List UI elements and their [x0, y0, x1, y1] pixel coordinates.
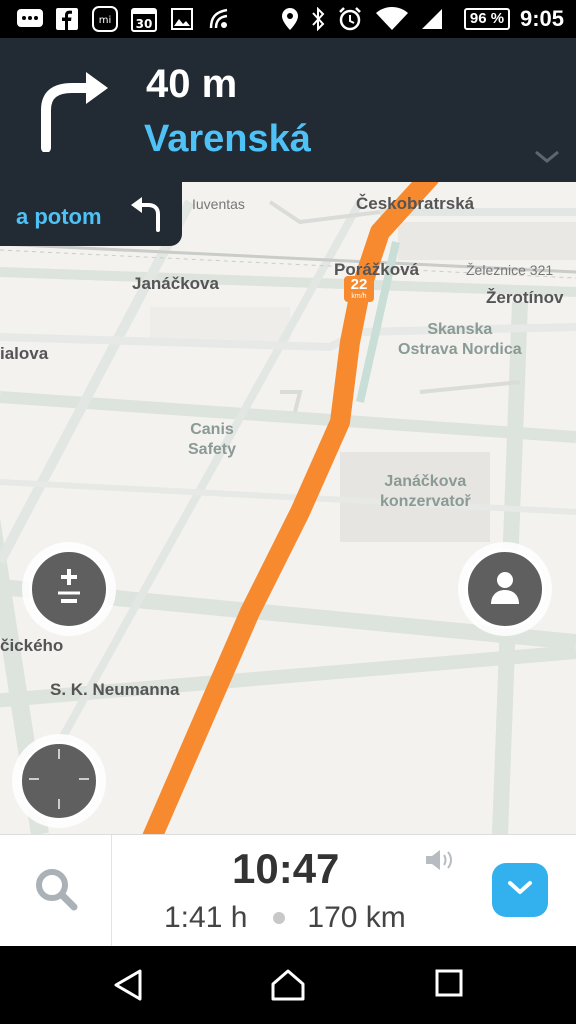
svg-text:mi: mi	[99, 15, 112, 26]
chevron-down-icon	[507, 880, 533, 901]
map-view[interactable]: Českobratrská Iuventas Porážková Železni…	[0, 182, 576, 834]
road-network	[0, 182, 576, 834]
map-poi-skanska: Skanska Ostrava Nordica	[398, 321, 522, 358]
bluetooth-icon	[308, 7, 328, 31]
arrival-time: 10:47	[232, 845, 340, 892]
map-label-janackova: Janáčkova	[132, 274, 219, 293]
speed-limit-badge: 22 km/h	[344, 276, 374, 302]
recenter-button[interactable]	[12, 734, 106, 828]
trip-info-panel: 10:47 1:41 h 170 km	[0, 834, 576, 947]
street-name: Varenská	[144, 118, 311, 160]
zoom-in-out-icon	[52, 567, 86, 612]
speaker-icon[interactable]	[424, 849, 454, 876]
clock: 9:05	[519, 6, 564, 31]
turn-left-icon	[128, 196, 168, 237]
gallery-icon	[171, 7, 193, 31]
chevron-down-icon[interactable]	[534, 150, 560, 169]
map-label-zerotinova: Žerotínov	[486, 288, 564, 307]
person-icon	[490, 570, 520, 609]
separator-dot	[273, 912, 286, 924]
remaining-distance: 170 km	[307, 901, 406, 934]
map-label-cickeho: čického	[0, 636, 64, 655]
signal-icon	[420, 7, 444, 31]
map-label-ialova: ialova	[0, 344, 49, 363]
navigation-instruction-panel[interactable]: 40 m Varenská	[0, 38, 576, 182]
status-bar: mi 30 96 % 9:05	[0, 0, 576, 38]
alarm-icon	[336, 7, 364, 31]
zoom-button[interactable]	[22, 542, 116, 636]
map-label-zeleznice: Železnice 321	[466, 262, 554, 278]
calendar-icon: 30	[131, 7, 157, 32]
facebook-icon	[56, 7, 78, 31]
search-icon	[34, 867, 78, 916]
then-label: a potom	[16, 204, 102, 229]
contacts-button[interactable]	[458, 542, 552, 636]
trip-remaining: 1:41 h 170 km	[164, 901, 406, 935]
message-icon	[16, 7, 44, 31]
recents-icon[interactable]	[434, 968, 464, 1003]
turn-distance: 40 m	[146, 62, 238, 106]
map-label-iuventas: Iuventas	[192, 196, 245, 212]
speed-limit-value: 22	[350, 276, 368, 293]
map-poi-konzervator: Janáčkova konzervatoř	[380, 473, 471, 510]
back-icon[interactable]	[112, 968, 144, 1007]
wifi-icon	[374, 7, 410, 31]
battery-indicator: 96 %	[464, 8, 510, 30]
menu-expand-button[interactable]	[492, 863, 548, 917]
turn-right-icon	[36, 68, 112, 157]
next-instruction[interactable]: a potom	[0, 182, 182, 246]
compass-icon	[29, 748, 89, 814]
speed-limit-unit: km/h	[351, 293, 367, 300]
search-button[interactable]	[0, 835, 112, 947]
map-label-neumanna: S. K. Neumanna	[50, 680, 180, 699]
map-label-ceskobratrska: Českobratrská	[356, 194, 475, 213]
home-icon[interactable]	[270, 968, 306, 1007]
mi-icon: mi	[92, 6, 118, 32]
remaining-duration: 1:41 h	[164, 901, 248, 934]
svg-text:30: 30	[136, 17, 153, 31]
map-poi-canis-safety: Canis Safety	[188, 421, 237, 458]
system-navigation-bar	[0, 946, 576, 1024]
nfc-icon	[207, 7, 233, 31]
location-icon	[280, 7, 300, 31]
